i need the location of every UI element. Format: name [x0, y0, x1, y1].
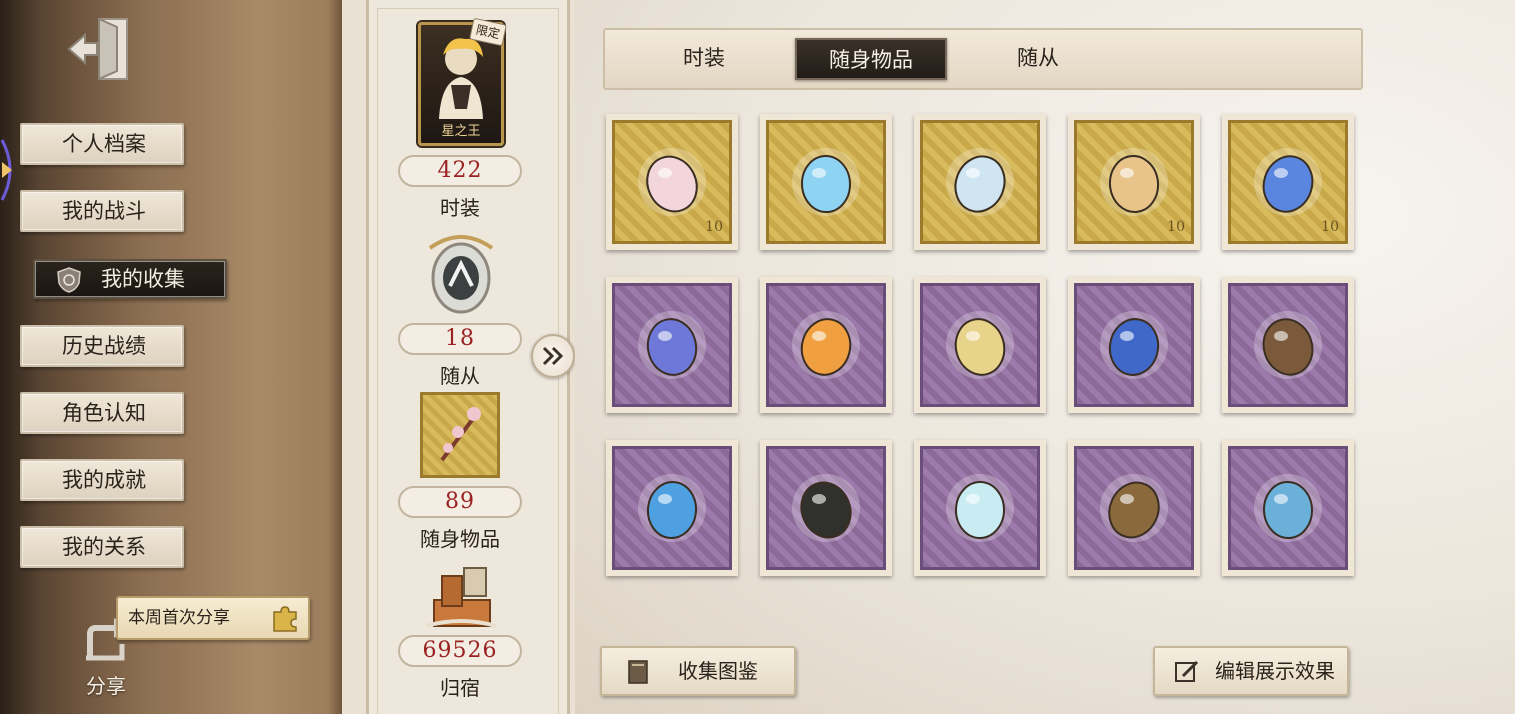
blue-potion-flask-icon — [1254, 148, 1322, 216]
item-stamp-frame — [920, 120, 1040, 244]
item-stamp[interactable] — [914, 114, 1046, 250]
home-count: 69526 — [398, 635, 522, 667]
item-stamp-frame: 10 — [612, 120, 732, 244]
item-stamp[interactable] — [606, 440, 738, 576]
blossom-branch-icon — [440, 407, 481, 462]
item-stamp-frame: 10 — [1074, 120, 1194, 244]
double-chevron-right-icon — [542, 346, 564, 366]
item-stamp[interactable] — [606, 277, 738, 413]
crystal-heart-icon — [638, 474, 706, 542]
item-stamp[interactable] — [914, 440, 1046, 576]
bronze-urn-icon — [1100, 474, 1168, 542]
tab-costumes[interactable]: 时装 — [654, 38, 754, 80]
item-stamp[interactable]: 10 — [1222, 114, 1354, 250]
item-stamp-frame — [1074, 283, 1194, 407]
crystal-lantern-icon — [946, 148, 1014, 216]
stamp-denomination: 10 — [705, 219, 723, 235]
item-stamp[interactable] — [1068, 440, 1200, 576]
item-stamp[interactable]: 10 — [606, 114, 738, 250]
item-stamp[interactable] — [760, 440, 892, 576]
edit-display-button[interactable]: 编辑展示效果 — [1153, 646, 1349, 696]
item-stamp[interactable]: 10 — [1068, 114, 1200, 250]
nav-item-label: 我的收集 — [101, 267, 185, 291]
item-stamp-frame — [1074, 446, 1194, 570]
exit-door-icon — [67, 17, 128, 81]
ship-wheel-icon — [1254, 311, 1322, 379]
edit-display-label: 编辑展示效果 — [1215, 659, 1335, 683]
collection-catalog-button[interactable]: 收集图鉴 — [600, 646, 796, 696]
nav-item-label: 历史战绩 — [62, 334, 146, 358]
card-box-icon — [792, 474, 860, 542]
item-stamp-frame — [920, 446, 1040, 570]
items-grid: 10 10 10 — [606, 114, 1354, 578]
item-stamp-frame — [766, 446, 886, 570]
weekly-share-text: 本周首次分享 — [128, 608, 230, 628]
costume-count: 422 — [398, 155, 522, 187]
shell-key-icon — [1254, 474, 1322, 542]
costume-label: 时装 — [440, 196, 480, 220]
accessory-stat[interactable] — [420, 392, 502, 478]
tab-followers[interactable]: 随从 — [988, 38, 1088, 80]
burning-scroll-icon — [1100, 148, 1168, 216]
item-stamp-frame — [612, 446, 732, 570]
item-stamp[interactable] — [760, 114, 892, 250]
nav-indicator-icon — [0, 139, 12, 201]
card-name: 星之王 — [441, 124, 481, 139]
nav-item-collection[interactable]: 我的收集 — [33, 259, 227, 299]
accessory-count: 89 — [398, 486, 522, 518]
follower-label: 随从 — [440, 364, 480, 388]
item-stamp[interactable] — [760, 277, 892, 413]
item-stamp[interactable] — [1068, 277, 1200, 413]
pearl-shell-icon — [946, 474, 1014, 542]
carrot-jar-icon — [792, 311, 860, 379]
nav-item-label: 我的关系 — [62, 535, 146, 559]
stamp-denomination: 10 — [1321, 219, 1339, 235]
nav-item-achievements[interactable]: 我的成就 — [20, 459, 184, 501]
home-stat[interactable] — [420, 560, 502, 634]
nav-item-relationships[interactable]: 我的关系 — [20, 526, 184, 568]
share-label: 分享 — [86, 674, 126, 698]
character-card[interactable]: 限定 星之王 — [418, 17, 507, 146]
collection-catalog-label: 收集图鉴 — [678, 659, 758, 683]
item-stamp-frame — [766, 283, 886, 407]
edit-pencil-icon — [1175, 660, 1199, 682]
nav-item-label: 个人档案 — [62, 132, 146, 156]
tab-accessories[interactable]: 随身物品 — [795, 38, 947, 80]
pink-blossom-branch-icon — [638, 148, 706, 216]
glowing-compass-icon — [946, 311, 1014, 379]
expand-button[interactable] — [531, 334, 575, 378]
weekly-share-banner[interactable]: 本周首次分享 — [116, 596, 310, 640]
nav-item-character[interactable]: 角色认知 — [20, 392, 184, 434]
item-stamp[interactable] — [914, 277, 1046, 413]
nav-item-label: 角色认知 — [62, 401, 146, 425]
blue-flame-nest-icon — [792, 148, 860, 216]
exit-button[interactable] — [64, 12, 136, 86]
follower-count: 18 — [398, 323, 522, 355]
item-stamp[interactable] — [1222, 277, 1354, 413]
blue-rose-cane-icon — [1100, 311, 1168, 379]
home-label: 归宿 — [440, 676, 480, 700]
nav-item-history[interactable]: 历史战绩 — [20, 325, 184, 367]
nav-item-battles[interactable]: 我的战斗 — [20, 190, 184, 232]
item-stamp[interactable] — [1222, 440, 1354, 576]
cosmic-orb-icon — [638, 311, 706, 379]
nav-item-label: 我的战斗 — [62, 199, 146, 223]
nav-item-label: 我的成就 — [62, 468, 146, 492]
book-icon — [628, 660, 648, 684]
puzzle-piece-icon — [273, 606, 297, 632]
item-stamp-frame — [920, 283, 1040, 407]
nav-item-profile[interactable]: 个人档案 — [20, 123, 184, 165]
item-stamp-frame — [1228, 283, 1348, 407]
stamp-denomination: 10 — [1167, 219, 1185, 235]
item-stamp-frame — [766, 120, 886, 244]
item-stamp-frame — [612, 283, 732, 407]
accessory-label: 随身物品 — [420, 527, 500, 551]
item-stamp-frame: 10 — [1228, 120, 1348, 244]
item-stamp-frame — [1228, 446, 1348, 570]
furniture-pile-icon — [425, 567, 497, 628]
lantern-cage-icon — [428, 235, 494, 314]
follower-stat[interactable] — [420, 226, 502, 318]
shield-emblem-icon — [57, 267, 81, 293]
